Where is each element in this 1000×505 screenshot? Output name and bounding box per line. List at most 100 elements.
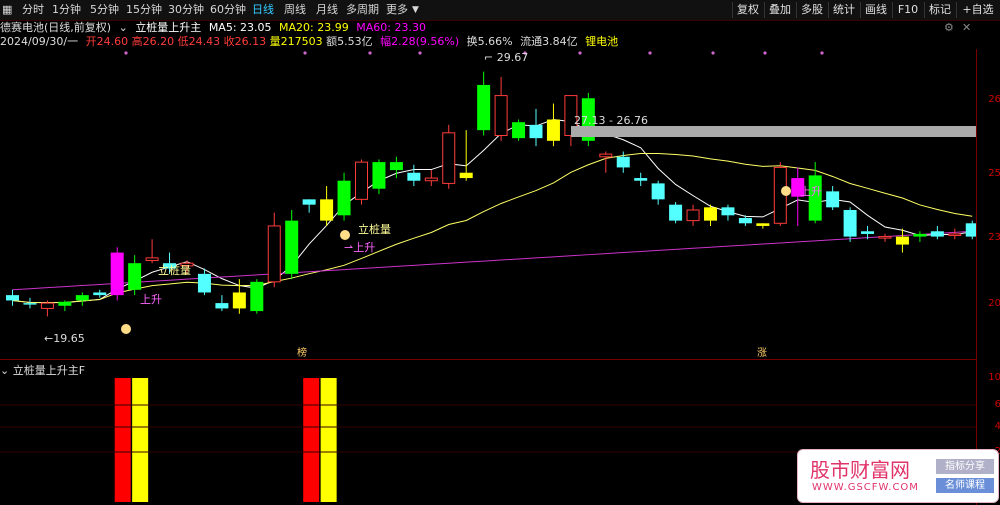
candle bbox=[651, 180, 665, 205]
candle bbox=[913, 231, 927, 242]
candle bbox=[320, 186, 334, 226]
candle bbox=[459, 130, 473, 181]
ma20-line bbox=[12, 152, 973, 304]
candle-body bbox=[895, 236, 909, 245]
signal-dot bbox=[303, 51, 307, 55]
more-chevron-icon[interactable]: ▼ bbox=[412, 2, 419, 18]
candle-body bbox=[738, 217, 752, 224]
tab-monthly[interactable]: 月线 bbox=[316, 2, 338, 18]
candle bbox=[599, 151, 613, 173]
watermark-badge-share: 指标分享 bbox=[936, 459, 994, 474]
watermark-url: WWW.GSCFW.COM bbox=[812, 482, 919, 493]
rise-label-3: 上升 bbox=[800, 185, 822, 198]
tab-weekly[interactable]: 周线 bbox=[284, 2, 306, 18]
candle-body bbox=[878, 236, 892, 239]
candle bbox=[232, 279, 246, 314]
candle bbox=[546, 103, 560, 147]
tab-60min[interactable]: 60分钟 bbox=[210, 2, 246, 18]
candle bbox=[250, 279, 264, 314]
candle bbox=[407, 164, 421, 187]
ma60-value: MA60: 23.30 bbox=[356, 21, 426, 34]
tab-30min[interactable]: 30分钟 bbox=[168, 2, 204, 18]
watermark-site-name: 股市财富网 bbox=[810, 458, 910, 482]
y-tick-26: 26 bbox=[988, 94, 1000, 105]
candle-body bbox=[512, 122, 526, 139]
quote-amount: 额5.53亿 bbox=[326, 35, 373, 48]
candle bbox=[529, 108, 543, 147]
candle bbox=[895, 228, 909, 253]
candle-body bbox=[529, 124, 543, 139]
bottom-marker-1: 榜 bbox=[297, 346, 307, 359]
candle-body bbox=[442, 132, 456, 184]
statistics-button[interactable]: 统计 bbox=[828, 2, 859, 18]
stock-name: 德赛电池(日线,前复权) bbox=[0, 21, 112, 34]
overlay-button[interactable]: 叠加 bbox=[764, 2, 795, 18]
close-icon[interactable]: ✕ bbox=[962, 21, 971, 34]
candle-body bbox=[913, 233, 927, 237]
candle-body bbox=[372, 162, 386, 189]
candle bbox=[372, 159, 386, 195]
f10-button[interactable]: F10 bbox=[892, 2, 923, 18]
draw-line-button[interactable]: 画线 bbox=[860, 2, 891, 18]
signal-bar bbox=[114, 378, 131, 502]
candle bbox=[302, 199, 316, 213]
candle bbox=[843, 207, 857, 242]
candle bbox=[40, 300, 54, 317]
candle-body bbox=[267, 225, 281, 283]
quote-sector[interactable]: 锂电池 bbox=[585, 35, 618, 48]
candle-body bbox=[337, 180, 351, 216]
y-tick-23: 23 bbox=[988, 232, 1000, 243]
tab-daily[interactable]: 日线 bbox=[252, 2, 274, 18]
candle bbox=[704, 204, 717, 226]
candle-body bbox=[23, 303, 37, 305]
rise-label: ⇀上升 bbox=[344, 241, 375, 254]
add-watchlist-button[interactable]: +自选 bbox=[956, 2, 999, 18]
signal-dot bbox=[648, 51, 652, 55]
tab-1min[interactable]: 1分钟 bbox=[52, 2, 81, 18]
restore-rights-button[interactable]: 复权 bbox=[732, 2, 763, 18]
candlestick-chart[interactable]: ⌐ 29.67←19.6527.13 - 26.76立桩量⇀上升立桩量上升上升榜… bbox=[0, 49, 976, 359]
signal-dot bbox=[124, 51, 128, 55]
candle-body bbox=[320, 199, 334, 221]
window-icon[interactable]: ▦ bbox=[2, 2, 18, 18]
candle bbox=[75, 292, 89, 306]
candle bbox=[23, 297, 37, 309]
ma20-value: MA20: 23.99 bbox=[279, 21, 349, 34]
quote-change: 幅2.28(9.56%) bbox=[380, 35, 460, 48]
candle-body bbox=[808, 175, 822, 221]
quote-turnover: 换5.66% bbox=[466, 35, 513, 48]
candle-body bbox=[389, 162, 403, 171]
indicator-chevron-icon[interactable]: ⌄ bbox=[119, 21, 128, 34]
indicator-header: 德赛电池(日线,前复权) ⌄ 立桩量上升主 MA5: 23.05 MA20: 2… bbox=[0, 21, 430, 35]
signal-dot bbox=[763, 51, 767, 55]
candle-body bbox=[669, 204, 683, 221]
multi-stock-button[interactable]: 多股 bbox=[796, 2, 827, 18]
candle bbox=[337, 172, 351, 221]
candle bbox=[355, 159, 368, 205]
quote-close: 收26.13 bbox=[223, 35, 267, 48]
quote-low: 低24.43 bbox=[177, 35, 221, 48]
candle bbox=[669, 202, 683, 224]
tab-5min[interactable]: 5分钟 bbox=[90, 2, 119, 18]
tab-timeshare[interactable]: 分时 bbox=[22, 2, 44, 18]
indicator-name[interactable]: 立桩量上升主 bbox=[135, 21, 201, 34]
pane-divider[interactable] bbox=[0, 359, 976, 360]
candle bbox=[948, 228, 962, 240]
settings-gear-icon[interactable]: ⚙ bbox=[944, 21, 954, 34]
mark-button[interactable]: 标记 bbox=[924, 2, 955, 18]
candle-body bbox=[756, 223, 770, 226]
candle-body bbox=[930, 231, 944, 237]
signal-dot bbox=[368, 51, 372, 55]
candle-body bbox=[128, 263, 142, 290]
sub-y-tick-10: 10 bbox=[988, 372, 1000, 383]
candle bbox=[930, 225, 944, 240]
candle-body bbox=[686, 209, 700, 222]
candle bbox=[686, 204, 700, 226]
candle-body bbox=[407, 172, 421, 181]
candle-body bbox=[477, 84, 491, 131]
signal-dot bbox=[711, 51, 715, 55]
low-price-label: ←19.65 bbox=[44, 332, 85, 345]
tab-multi-period[interactable]: 多周期 bbox=[346, 2, 379, 18]
tab-15min[interactable]: 15分钟 bbox=[126, 2, 162, 18]
tab-more[interactable]: 更多 bbox=[386, 2, 408, 18]
